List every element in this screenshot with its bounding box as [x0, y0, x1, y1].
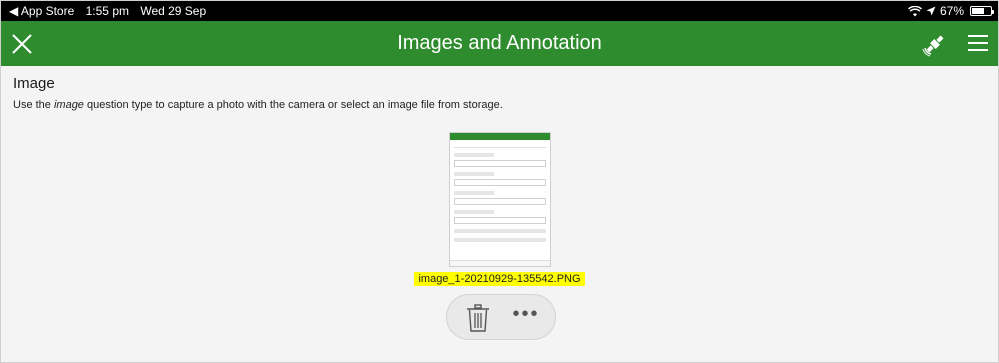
question-block: Image Use the image question type to cap… [13, 75, 986, 111]
status-left: ◀ App Store 1:55 pm Wed 29 Sep [9, 1, 214, 21]
thumbnail-field [454, 198, 546, 205]
hint-prefix: Use the [13, 99, 54, 111]
status-date: Wed 29 Sep [140, 4, 207, 18]
thumbnail-footer [450, 260, 550, 266]
more-horizontal-icon[interactable]: ••• [509, 304, 543, 327]
question-hint: Use the image question type to capture a… [13, 99, 986, 111]
battery-percent: 67% [939, 4, 964, 18]
thumbnail-line [454, 153, 494, 157]
back-to-app-link[interactable]: ◀ App Store [9, 4, 74, 18]
image-actions-bar: ••• [446, 294, 556, 340]
status-right: 67% [907, 1, 994, 21]
thumbnail-line [454, 210, 494, 214]
hamburger-menu-icon[interactable] [968, 34, 988, 52]
image-filename: image_1-20210929-135542.PNG [414, 272, 585, 286]
thumbnail-header-bar [450, 133, 550, 140]
battery-icon [970, 6, 994, 16]
location-arrow-icon [926, 6, 936, 16]
status-bar: ◀ App Store 1:55 pm Wed 29 Sep 67% [1, 1, 998, 21]
thumbnail-field [454, 160, 546, 167]
question-title: Image [13, 75, 55, 92]
hint-suffix: question type to capture a photo with th… [83, 99, 503, 111]
thumbnail-line [454, 238, 546, 242]
image-thumbnail[interactable] [449, 132, 551, 267]
trash-icon[interactable] [465, 304, 491, 332]
page-title: Images and Annotation [397, 32, 602, 54]
thumbnail-line [454, 191, 494, 195]
thumbnail-field [454, 217, 546, 224]
status-time: 1:55 pm [85, 4, 129, 18]
thumbnail-subheader [454, 142, 546, 148]
battery-fill [972, 8, 985, 14]
thumbnail-field [454, 179, 546, 186]
gps-satellite-icon[interactable] [922, 31, 948, 57]
wifi-icon [907, 5, 922, 16]
app-window: ◀ App Store 1:55 pm Wed 29 Sep 67% Image… [0, 0, 999, 363]
app-header: Images and Annotation [1, 21, 998, 66]
hint-emphasis: image [53, 99, 84, 111]
thumbnail-line [454, 229, 546, 233]
thumbnail-line [454, 172, 494, 176]
